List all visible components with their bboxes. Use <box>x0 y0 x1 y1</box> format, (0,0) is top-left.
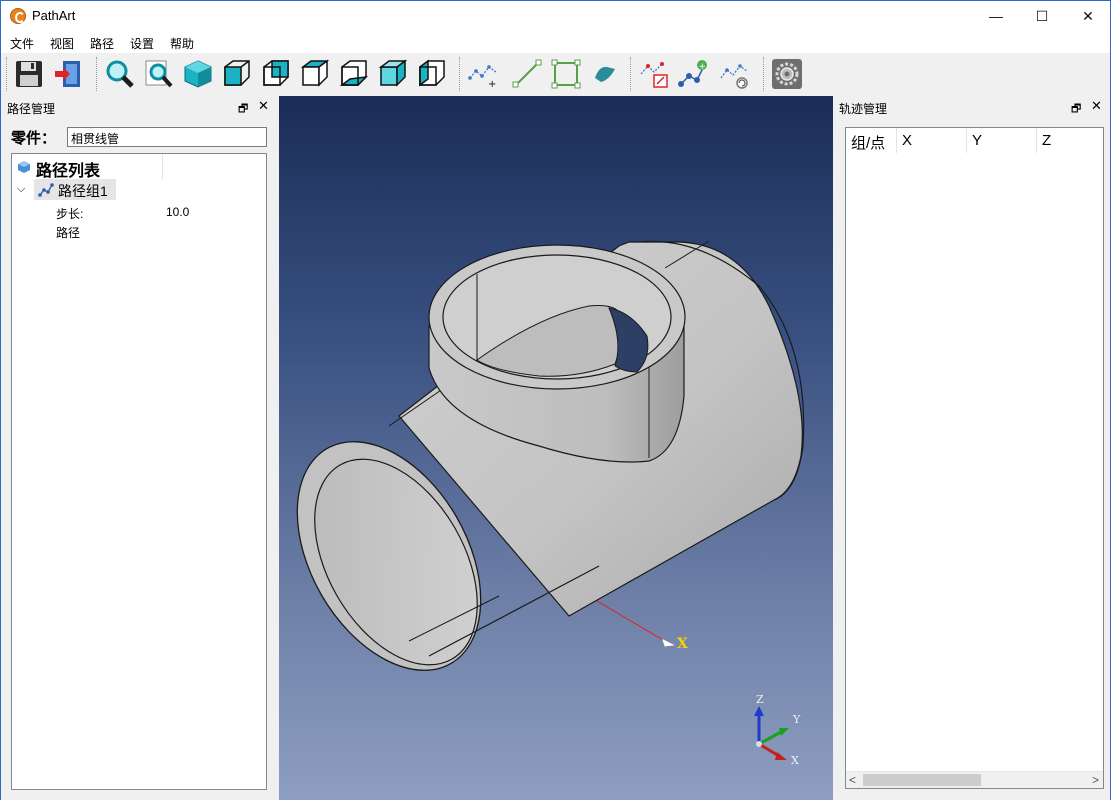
tree-root-label: 路径列表 <box>36 163 101 180</box>
menu-settings[interactable]: 设置 <box>130 35 154 52</box>
scroll-right-icon[interactable]: > <box>1092 773 1099 787</box>
add-node-icon[interactable]: + <box>676 57 710 91</box>
column-header-y[interactable]: Y <box>967 128 987 153</box>
view-front-icon[interactable] <box>220 57 254 91</box>
tree-header: 路径列表 <box>12 154 266 180</box>
column-header-x[interactable]: X <box>897 128 917 153</box>
settings-icon[interactable] <box>770 57 804 91</box>
toolbar-separator <box>763 57 765 91</box>
tree-item-path-group-label: 路径组1 <box>58 183 108 199</box>
cube-icon <box>18 161 30 173</box>
path-manager-panel: 路径管理 🗗 ✕ 零件： 相贯线管 路径列表 ⌵ 路径组1 步长: 10.0 路… <box>0 96 279 800</box>
rectangle-icon[interactable] <box>549 57 583 91</box>
svg-text:+: + <box>488 79 496 90</box>
trajectory-manager-title: 轨迹管理 <box>839 102 888 116</box>
menu-file[interactable]: 文件 <box>10 35 34 52</box>
dock-close-icon[interactable]: ✕ <box>258 98 269 114</box>
line-icon[interactable] <box>510 57 544 91</box>
prop-path-label: 路径 <box>56 226 81 240</box>
column-header-group-point[interactable]: 组/点 <box>846 128 890 153</box>
menu-help[interactable]: 帮助 <box>170 35 194 52</box>
dock-float-icon[interactable]: 🗗 <box>238 100 248 119</box>
scroll-left-icon[interactable]: < <box>849 773 856 787</box>
menu-view[interactable]: 视图 <box>50 35 74 52</box>
toolbar-separator <box>96 57 98 91</box>
chevron-down-icon[interactable]: ⌵ <box>17 183 25 196</box>
tee-pipe-model: X Z Y X <box>296 240 805 767</box>
zoom-fit-icon[interactable] <box>103 57 137 91</box>
refresh-path-icon[interactable] <box>717 57 751 91</box>
prop-step-value[interactable]: 10.0 <box>166 205 189 219</box>
view-right-icon[interactable] <box>415 57 449 91</box>
window-title: PathArt <box>32 8 76 23</box>
axis-triad: Z Y X <box>754 693 801 767</box>
path-tree[interactable]: 路径列表 ⌵ 路径组1 步长: 10.0 路径 <box>11 153 267 790</box>
part-name-input[interactable]: 相贯线管 <box>67 127 267 147</box>
path-group-icon <box>38 183 54 197</box>
view-top-icon[interactable] <box>298 57 332 91</box>
svg-text:+: + <box>699 62 707 72</box>
maximize-button[interactable]: ☐ <box>1019 1 1065 31</box>
prop-step-label: 步长: <box>56 207 84 221</box>
triad-z-label: Z <box>756 693 764 706</box>
trajectory-manager-panel: 轨迹管理 🗗 ✕ 组/点 X Y Z < > <box>833 96 1111 800</box>
add-point-icon[interactable]: + <box>466 57 500 91</box>
surface-icon[interactable] <box>588 57 622 91</box>
trajectory-table[interactable]: 组/点 X Y Z < > <box>845 127 1104 789</box>
menu-path[interactable]: 路径 <box>90 35 114 52</box>
view-bottom-icon[interactable] <box>337 57 371 91</box>
triad-x-label: X <box>791 754 799 767</box>
edit-path-icon[interactable] <box>637 57 671 91</box>
zoom-window-icon[interactable] <box>142 57 176 91</box>
toolbar-separator <box>630 57 632 91</box>
view-left-icon[interactable] <box>376 57 410 91</box>
column-divider <box>162 154 163 179</box>
title-bar: PathArt — ☐ ✕ <box>0 0 1111 31</box>
toolbar-separator <box>6 57 8 91</box>
toolbar-separator <box>459 57 461 91</box>
toolbar: + + <box>0 53 1111 96</box>
exit-icon[interactable] <box>51 57 85 91</box>
horizontal-scrollbar[interactable]: < > <box>846 771 1103 788</box>
view-back-icon[interactable] <box>259 57 293 91</box>
scroll-thumb[interactable] <box>863 774 981 786</box>
dock-close-icon[interactable]: ✕ <box>1091 98 1102 114</box>
minimize-button[interactable]: — <box>973 1 1019 31</box>
save-icon[interactable] <box>12 57 46 91</box>
view-iso-icon[interactable] <box>181 57 215 91</box>
3d-viewport[interactable]: X Z Y X <box>279 96 833 800</box>
part-label: 零件： <box>11 130 57 147</box>
menu-bar: 文件 视图 路径 设置 帮助 <box>0 31 1111 53</box>
axis-x-label: X <box>677 636 688 652</box>
triad-y-label: Y <box>792 713 801 726</box>
column-header-z[interactable]: Z <box>1037 128 1056 153</box>
dock-float-icon[interactable]: 🗗 <box>1071 100 1081 119</box>
app-logo-icon <box>10 8 26 24</box>
close-button[interactable]: ✕ <box>1065 1 1111 31</box>
